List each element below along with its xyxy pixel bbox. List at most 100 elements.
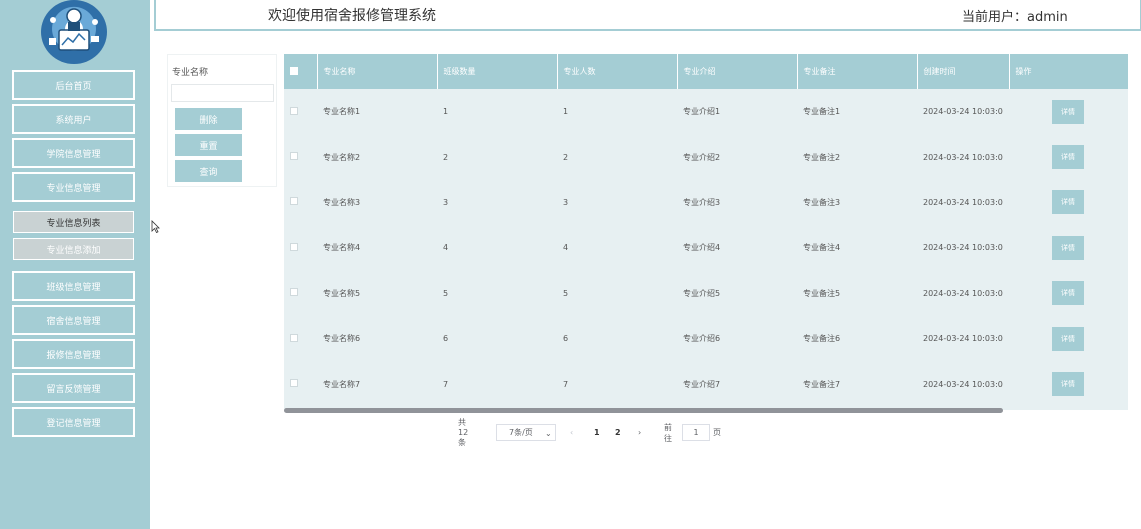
row-checkbox[interactable] (290, 333, 298, 342)
sidebar-item[interactable]: 系统用户 (12, 104, 135, 134)
table-cell: 7 (563, 379, 569, 389)
table-cell: 2024-03-24 10:03:0 (923, 197, 1003, 207)
detail-button[interactable]: 详情 (1052, 145, 1084, 170)
detail-button[interactable]: 详情 (1052, 326, 1084, 351)
table-cell: 专业介绍2 (683, 152, 721, 162)
table-cell: 专业介绍1 (683, 107, 721, 117)
action-cell: 详情 (1009, 89, 1128, 134)
column-header[interactable]: 专业介绍 (677, 54, 798, 89)
row-checkbox[interactable] (290, 288, 298, 297)
row-select-cell (284, 361, 317, 406)
action-cell: 详情 (1009, 316, 1128, 361)
sidebar-item[interactable]: 留言反馈管理 (12, 373, 135, 403)
detail-button[interactable]: 详情 (1052, 190, 1084, 215)
row-checkbox[interactable] (290, 106, 298, 115)
sidebar-item[interactable]: 报修信息管理 (12, 339, 135, 369)
table-cell: 专业名称5 (323, 288, 361, 298)
select-all-checkbox[interactable] (290, 66, 298, 75)
total-count: 共 12 条 (458, 418, 469, 447)
detail-button[interactable]: 详情 (1052, 281, 1084, 306)
table-row: 专业名称6 6 6 专业介绍6 专业备注6 2024-03-24 10:03:0 详情 (284, 316, 1128, 361)
table-row: 专业名称3 3 3 专业介绍3 专业备注3 2024-03-24 10:03:0 详情 (284, 180, 1128, 225)
mouse-cursor-icon (151, 220, 160, 233)
row-checkbox[interactable] (290, 379, 298, 388)
table-cell: 4 (563, 243, 569, 253)
row-select-cell (284, 316, 317, 361)
table-row: 专业名称4 4 4 专业介绍4 专业备注4 2024-03-24 10:03:0 详情 (284, 225, 1128, 270)
row-select-cell (284, 134, 317, 179)
table-cell: 专业介绍4 (683, 243, 721, 253)
row-select-cell (284, 180, 317, 225)
detail-button[interactable]: 详情 (1052, 235, 1084, 260)
sidebar: 后台首页系统用户学院信息管理 专业信息管理专业信息列表 专业信息添加班级信息管理 宿舍… (0, 0, 150, 529)
table-cell: 2024-03-24 10:03:0 (923, 243, 1003, 253)
search-panel: 专业名称 删除 重置 查询 (167, 54, 277, 187)
page-size-select[interactable]: 7条/页 ⌄ (496, 424, 556, 441)
table-cell: 7 (443, 379, 449, 389)
detail-button[interactable]: 详情 (1052, 372, 1084, 397)
table-cell: 专业名称4 (323, 243, 361, 253)
search-label: 专业名称 (172, 68, 209, 78)
reset-button[interactable]: 重置 (175, 134, 242, 156)
action-cell: 详情 (1009, 180, 1128, 225)
sidebar-item[interactable]: 登记信息管理 (12, 407, 135, 437)
table-cell: 专业名称2 (323, 152, 361, 162)
table-header-row: 专业名称 班级数量 专业人数 专业介绍 专业备注 创建时间 操作 (284, 54, 1128, 89)
action-cell: 详情 (1009, 134, 1128, 179)
horizontal-scrollbar[interactable] (284, 408, 1003, 413)
column-header[interactable]: 创建时间 (917, 54, 1010, 89)
sidebar-item[interactable]: 班级信息管理 (12, 271, 135, 301)
table-cell: 专业备注5 (803, 288, 841, 298)
table-cell: 6 (563, 334, 569, 344)
table-cell: 1 (443, 107, 449, 117)
column-header[interactable]: 专业备注 (797, 54, 918, 89)
table-row: 专业名称5 5 5 专业介绍5 专业备注5 2024-03-24 10:03:0 详情 (284, 271, 1128, 316)
chevron-down-icon: ⌄ (545, 429, 552, 438)
table-cell: 2024-03-24 10:03:0 (923, 152, 1003, 162)
detail-button[interactable]: 详情 (1052, 99, 1084, 124)
column-header[interactable]: 专业名称 (317, 54, 438, 89)
table-cell: 2024-03-24 10:03:0 (923, 334, 1003, 344)
row-checkbox[interactable] (290, 152, 298, 161)
table-cell: 专业备注7 (803, 379, 841, 389)
table-cell: 专业介绍5 (683, 288, 721, 298)
prev-page-icon[interactable]: ‹ (570, 424, 573, 441)
table-cell: 专业名称6 (323, 334, 361, 344)
header: 欢迎使用宿舍报修管理系统 当前用户：admin (150, 0, 1141, 36)
table-row: 专业名称2 2 2 专业介绍2 专业备注2 2024-03-24 10:03:0 详情 (284, 134, 1128, 179)
sidebar-sub-item[interactable]: 专业信息列表 (13, 211, 134, 233)
table-cell: 5 (443, 288, 449, 298)
table-cell: 3 (563, 197, 569, 207)
sidebar-item[interactable]: 专业信息管理 (12, 172, 135, 202)
delete-button[interactable]: 删除 (175, 108, 242, 130)
page-1[interactable]: 1 (594, 424, 600, 441)
goto-page-input[interactable]: 1 (682, 424, 710, 441)
next-page-icon[interactable]: › (638, 424, 641, 441)
column-header[interactable]: 专业人数 (557, 54, 678, 89)
major-name-input[interactable] (171, 84, 274, 102)
action-cell: 详情 (1009, 271, 1128, 316)
row-checkbox[interactable] (290, 197, 298, 206)
select-all-cell (284, 54, 318, 89)
table-cell: 3 (443, 197, 449, 207)
page-2[interactable]: 2 (615, 424, 621, 441)
avatar-robot-icon (49, 8, 99, 51)
page-title: 欢迎使用宿舍报修管理系统 (268, 8, 436, 24)
current-user: 当前用户：admin (962, 10, 1068, 25)
sidebar-item[interactable]: 宿舍信息管理 (12, 305, 135, 335)
sidebar-item[interactable]: 后台首页 (12, 70, 135, 100)
table-cell: 4 (443, 243, 449, 253)
table-cell: 专业名称1 (323, 107, 361, 117)
goto-label: 前往 (664, 422, 672, 443)
page-size-value: 7条/页 (509, 428, 533, 437)
row-checkbox[interactable] (290, 242, 298, 251)
major-table: 专业名称 班级数量 专业人数 专业介绍 专业备注 创建时间 操作 专业名称1 1 1… (284, 54, 1128, 410)
row-select-cell (284, 89, 317, 134)
sidebar-item[interactable]: 学院信息管理 (12, 138, 135, 168)
table-row: 专业名称1 1 1 专业介绍1 专业备注1 2024-03-24 10:03:0 详情 (284, 89, 1128, 134)
table-cell: 2024-03-24 10:03:0 (923, 107, 1003, 117)
table-cell: 专业介绍3 (683, 197, 721, 207)
column-header[interactable]: 班级数量 (437, 54, 558, 89)
sidebar-sub-item[interactable]: 专业信息添加 (13, 238, 134, 260)
query-button[interactable]: 查询 (175, 160, 242, 182)
